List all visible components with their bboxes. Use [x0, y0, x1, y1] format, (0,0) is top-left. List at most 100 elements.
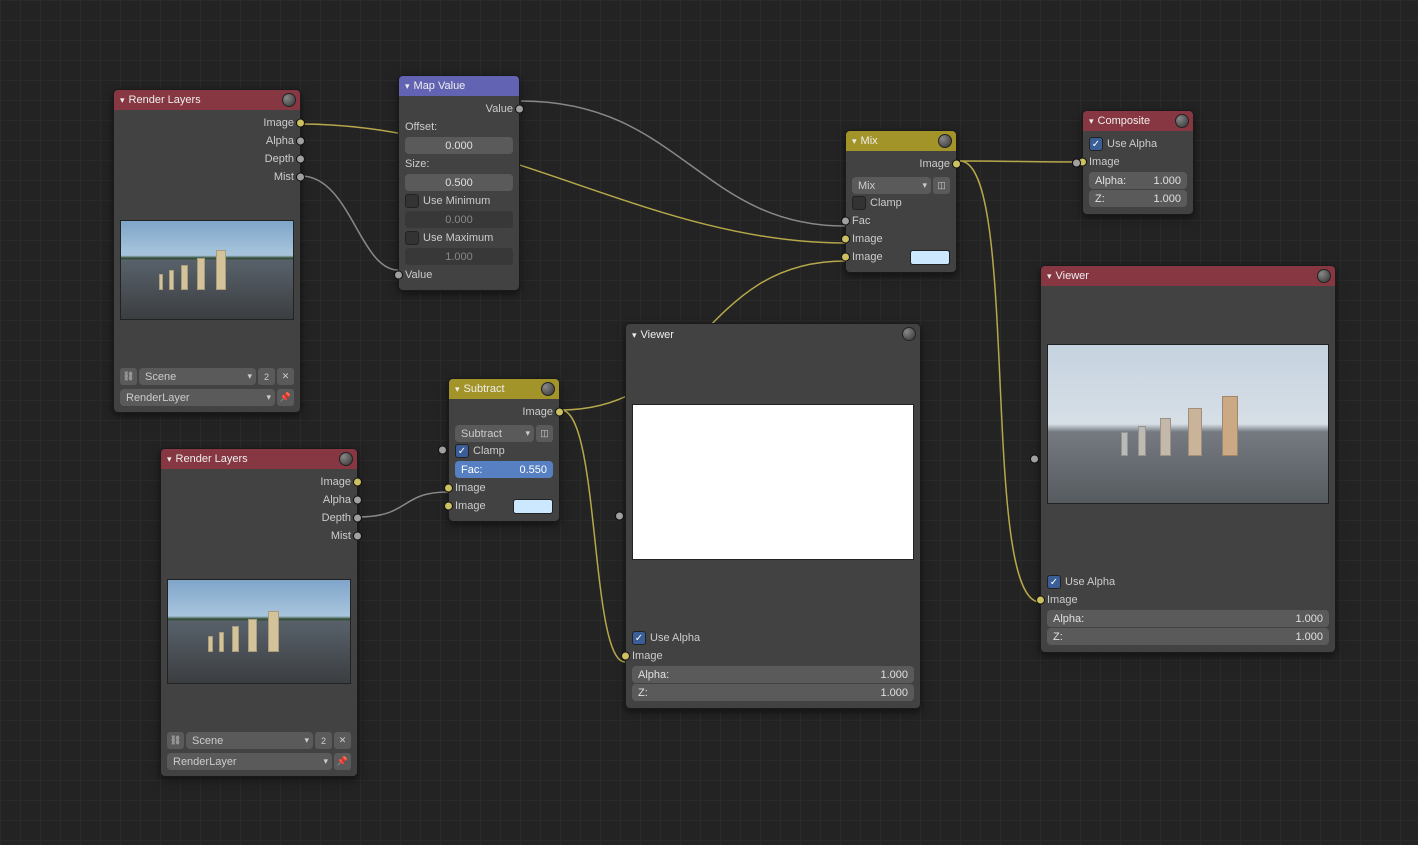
- clamp-check[interactable]: [852, 196, 866, 210]
- use-alpha-check[interactable]: [1089, 137, 1103, 151]
- socket-z-in[interactable]: [1030, 455, 1039, 464]
- blend-select[interactable]: Subtract: [455, 425, 534, 442]
- socket-image-out[interactable]: [555, 408, 564, 417]
- node-map-value[interactable]: ▾ Map Value Value Offset: 0.000 Size: 0.…: [398, 75, 520, 291]
- use-min-check[interactable]: [405, 194, 419, 208]
- preview-sphere-icon[interactable]: [339, 452, 353, 466]
- input-image-1: Image: [852, 230, 950, 248]
- layer-pin-icon[interactable]: 📌: [334, 753, 351, 770]
- color-swatch[interactable]: [513, 499, 553, 514]
- z-field[interactable]: Z:1.000: [632, 684, 914, 701]
- node-header[interactable]: ▾ Render Layers: [161, 449, 357, 469]
- color-swatch[interactable]: [910, 250, 950, 265]
- socket-image-out[interactable]: [353, 478, 362, 487]
- node-header[interactable]: ▾ Subtract: [449, 379, 559, 399]
- node-header[interactable]: ▾ Viewer: [1041, 266, 1335, 286]
- node-header[interactable]: ▾ Composite: [1083, 111, 1193, 131]
- input-image: Image: [632, 647, 914, 665]
- socket-image1-in[interactable]: [444, 484, 453, 493]
- socket-depth-out[interactable]: [353, 514, 362, 523]
- preview-sphere-icon[interactable]: [1317, 269, 1331, 283]
- node-mix[interactable]: ▾ Mix Image Mix ◫ Clamp Fac Image Image: [845, 130, 957, 273]
- socket-image-out[interactable]: [296, 119, 305, 128]
- node-viewer-2[interactable]: ▾ Viewer Use Alpha Image Alpha:1.000 Z:1…: [1040, 265, 1336, 653]
- use-max-row[interactable]: Use Maximum: [405, 229, 513, 247]
- blend-select[interactable]: Mix: [852, 177, 931, 194]
- collapse-icon[interactable]: ▾: [455, 384, 460, 395]
- scene-delete-icon[interactable]: ✕: [334, 732, 351, 749]
- use-min-row[interactable]: Use Minimum: [405, 192, 513, 210]
- socket-alpha-out[interactable]: [296, 137, 305, 146]
- socket-image-out[interactable]: [952, 160, 961, 169]
- socket-image1-in[interactable]: [841, 235, 850, 244]
- scene-delete-icon[interactable]: ✕: [277, 368, 294, 385]
- collapse-icon[interactable]: ▾: [1089, 116, 1094, 127]
- use-alpha-row[interactable]: Use Alpha: [1089, 135, 1187, 153]
- node-header[interactable]: ▾ Mix: [846, 131, 956, 151]
- max-field: 1.000: [405, 248, 513, 265]
- socket-alpha-out[interactable]: [353, 496, 362, 505]
- size-field[interactable]: 0.500: [405, 174, 513, 191]
- socket-mist-out[interactable]: [296, 173, 305, 182]
- use-alpha-row[interactable]: Use Alpha: [632, 629, 914, 647]
- z-field[interactable]: Z:1.000: [1089, 190, 1187, 207]
- socket-image2-in[interactable]: [444, 502, 453, 511]
- collapse-icon[interactable]: ▾: [1047, 271, 1052, 282]
- use-alpha-check[interactable]: [632, 631, 646, 645]
- collapse-icon[interactable]: ▾: [120, 95, 125, 106]
- collapse-icon[interactable]: ▾: [632, 330, 637, 341]
- socket-mist-out[interactable]: [353, 532, 362, 541]
- scene-browse-icon[interactable]: ⛓: [120, 368, 137, 385]
- blend-extra-icon[interactable]: ◫: [536, 425, 553, 442]
- collapse-icon[interactable]: ▾: [405, 81, 410, 92]
- layer-select[interactable]: RenderLayer: [120, 389, 275, 406]
- node-render-layers-2[interactable]: ▾ Render Layers Image Alpha Depth Mist ⛓…: [160, 448, 358, 777]
- socket-image2-in[interactable]: [841, 253, 850, 262]
- node-viewer-1[interactable]: ▾ Viewer Use Alpha Image Alpha:1.000 Z:1…: [625, 323, 921, 709]
- scene-users[interactable]: 2: [315, 732, 332, 749]
- node-render-layers-1[interactable]: ▾ Render Layers Image Alpha Depth Mist ⛓…: [113, 89, 301, 413]
- layer-select[interactable]: RenderLayer: [167, 753, 332, 770]
- node-subtract[interactable]: ▾ Subtract Image Subtract ◫ Clamp Fac:0.…: [448, 378, 560, 522]
- socket-depth-out[interactable]: [296, 155, 305, 164]
- node-title: Map Value: [414, 80, 466, 92]
- scene-select[interactable]: Scene: [139, 368, 256, 385]
- node-header[interactable]: ▾ Map Value: [399, 76, 519, 96]
- input-image-2: Image: [455, 497, 553, 515]
- socket-value-out[interactable]: [515, 105, 524, 114]
- alpha-field[interactable]: Alpha:1.000: [1047, 610, 1329, 627]
- blend-extra-icon[interactable]: ◫: [933, 177, 950, 194]
- scene-select[interactable]: Scene: [186, 732, 313, 749]
- scene-browse-icon[interactable]: ⛓: [167, 732, 184, 749]
- socket-fac-in[interactable]: [438, 446, 447, 455]
- socket-image-in[interactable]: [1036, 596, 1045, 605]
- scene-users[interactable]: 2: [258, 368, 275, 385]
- clamp-row[interactable]: Clamp: [852, 194, 950, 212]
- socket-z-in[interactable]: [1072, 158, 1081, 167]
- socket-value-in[interactable]: [394, 271, 403, 280]
- node-header[interactable]: ▾ Render Layers: [114, 90, 300, 110]
- alpha-field[interactable]: Alpha:1.000: [632, 666, 914, 683]
- layer-pin-icon[interactable]: 📌: [277, 389, 294, 406]
- preview-sphere-icon[interactable]: [282, 93, 296, 107]
- clamp-row[interactable]: Clamp: [455, 442, 553, 460]
- alpha-field[interactable]: Alpha:1.000: [1089, 172, 1187, 189]
- use-alpha-check[interactable]: [1047, 575, 1061, 589]
- clamp-check[interactable]: [455, 444, 469, 458]
- z-field[interactable]: Z:1.000: [1047, 628, 1329, 645]
- preview-sphere-icon[interactable]: [938, 134, 952, 148]
- socket-fac-in[interactable]: [841, 217, 850, 226]
- socket-image-in[interactable]: [621, 652, 630, 661]
- socket-z-in[interactable]: [615, 512, 624, 521]
- node-composite[interactable]: ▾ Composite Use Alpha Image Alpha:1.000 …: [1082, 110, 1194, 215]
- node-header[interactable]: ▾ Viewer: [626, 324, 920, 346]
- offset-field[interactable]: 0.000: [405, 137, 513, 154]
- preview-sphere-icon[interactable]: [541, 382, 555, 396]
- use-alpha-row[interactable]: Use Alpha: [1047, 573, 1329, 591]
- preview-sphere-icon[interactable]: [1175, 114, 1189, 128]
- use-max-check[interactable]: [405, 231, 419, 245]
- fac-field[interactable]: Fac:0.550: [455, 461, 553, 478]
- collapse-icon[interactable]: ▾: [852, 136, 857, 147]
- collapse-icon[interactable]: ▾: [167, 454, 172, 465]
- preview-sphere-icon[interactable]: [902, 327, 916, 341]
